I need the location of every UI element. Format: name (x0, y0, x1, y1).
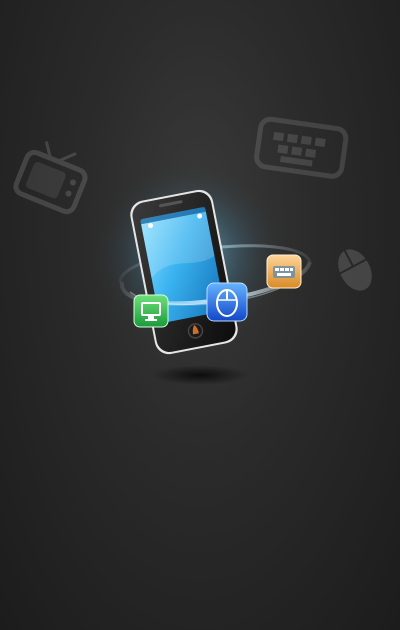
phone-shadow (152, 365, 248, 385)
splash-artwork (13, 116, 372, 385)
tv-icon (13, 141, 88, 215)
display-app-icon[interactable] (133, 294, 169, 328)
splash-screen (0, 0, 400, 630)
keyboard-app-icon[interactable] (266, 254, 302, 289)
keyboard-icon (254, 116, 349, 179)
mouse-icon (338, 249, 372, 291)
mouse-app-icon[interactable] (206, 282, 248, 322)
